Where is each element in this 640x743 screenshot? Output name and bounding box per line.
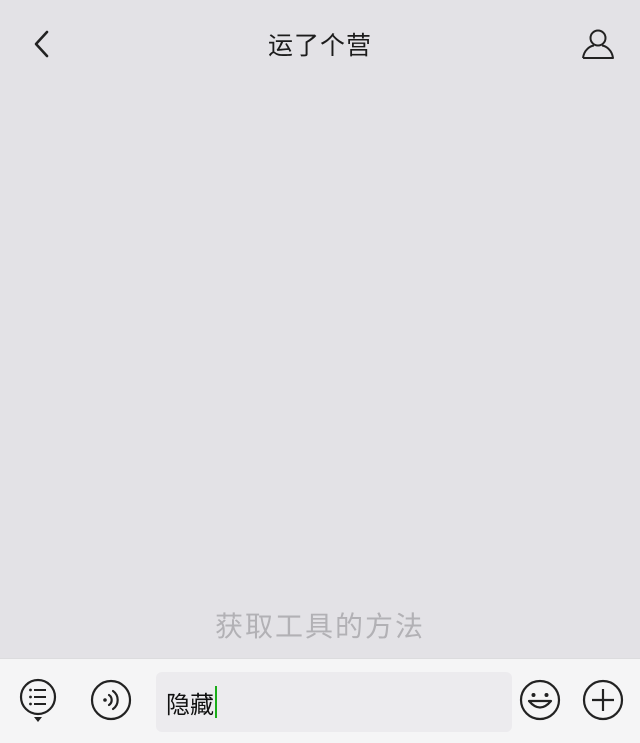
chat-screen: 运了个营 获取工具的方法 隐藏 [0,0,640,743]
emoji-icon [519,679,561,721]
nav-bar: 运了个营 [0,0,640,88]
chat-area: 获取工具的方法 [0,88,640,658]
message-input-value: 隐藏 [166,690,214,719]
hint-text: 获取工具的方法 [214,610,425,643]
back-button[interactable] [22,24,62,64]
emoji-button[interactable] [518,678,562,722]
more-button[interactable] [581,678,625,722]
message-input[interactable]: 隐藏 [156,672,512,732]
chevron-left-icon [34,30,49,58]
voice-icon [90,679,132,721]
input-bar: 隐藏 [0,658,640,743]
profile-button[interactable] [578,24,618,64]
text-caret [215,686,217,718]
user-icon [582,29,614,59]
page-title: 运了个营 [267,31,372,60]
voice-button[interactable] [89,678,133,722]
menu-button[interactable] [16,678,60,722]
list-menu-icon [19,678,57,722]
plus-icon [582,679,624,721]
